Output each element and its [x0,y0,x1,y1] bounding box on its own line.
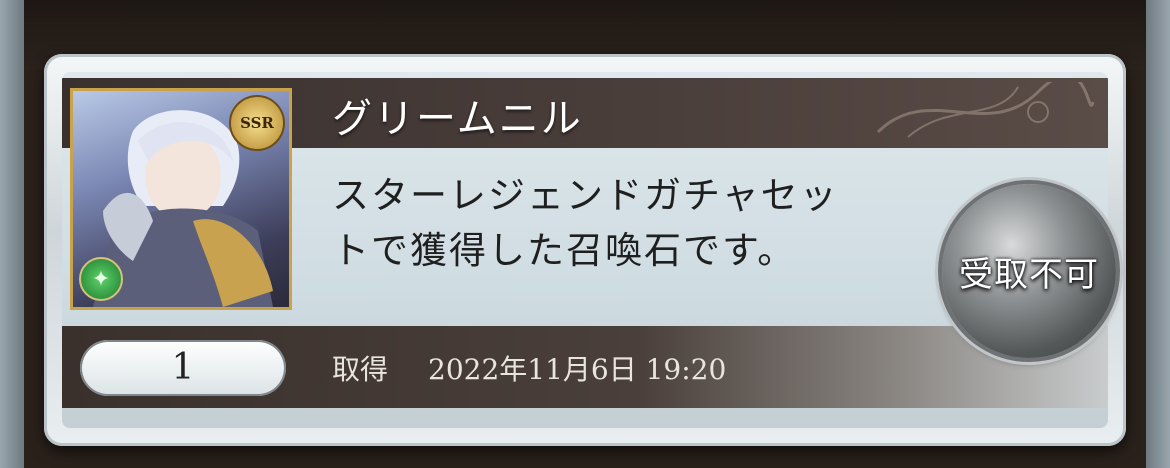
summon-portrait[interactable]: SSR ✦ [70,88,292,310]
claim-button[interactable]: 受取不可 [942,184,1116,358]
quantity-badge: 1 [80,340,286,396]
info-bar: 1 取得 2022年11月6日 19:20 [62,326,1108,408]
item-name: グリームニル [332,96,583,142]
ornament-decoration [876,82,1095,138]
acquired-datetime: 2022年11月6日 19:20 [428,353,727,386]
item-card: グリームニル スターレジェンドガチャセットで獲得した召喚石です。 1 取得 20… [44,54,1126,446]
ssr-rarity-badge: SSR [229,95,285,151]
wind-element-icon: ✦ [79,257,123,301]
acquired-label: 取得 [332,353,389,386]
right-frame [1146,0,1170,468]
item-description: スターレジェンドガチャセットで獲得した召喚石です。 [332,174,839,272]
left-frame [0,0,24,468]
